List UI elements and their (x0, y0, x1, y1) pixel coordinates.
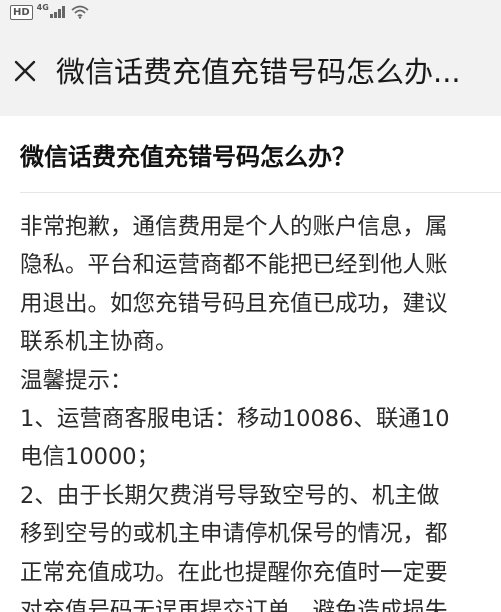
article-line: 隐私。平台和运营商都不能把已经到他人账 (20, 252, 448, 279)
wifi-icon (71, 5, 89, 19)
status-bar: HD 4G (0, 0, 501, 24)
article-line: 移到空号的或机主申请停机保号的情况，都 (20, 521, 448, 548)
article-line: 联系机主协商。 (20, 329, 178, 356)
article-body: 非常抱歉，通信费用是个人的账户信息，属 隐私。平台和运营商都不能把已经到他人账 … (20, 208, 501, 612)
article-line: 正常充值成功。在此也提醒你充值时一定要 (20, 559, 448, 586)
title-divider (20, 192, 501, 193)
article-line: 电信10000； (20, 444, 160, 471)
hd-badge: HD (10, 4, 33, 20)
article-line: 非常抱歉，通信费用是个人的账户信息，属 (20, 214, 448, 240)
navigation-bar: 微信话费充值充错号码怎么办... (0, 24, 501, 116)
article-line: 1、运营商客服电话：移动10086、联通10 (20, 405, 450, 432)
signal-icon (49, 6, 65, 18)
article-line: 2、由于长期欠费消号导致空号的、机主做 (20, 482, 440, 509)
tips-heading: 温馨提示： (20, 367, 133, 394)
close-icon[interactable] (8, 54, 42, 88)
article-line: 对充值号码无误再提交订单，避免造成损失 (20, 597, 448, 612)
article-line: 用退出。如您充错号码且充值已成功，建议 (20, 290, 448, 317)
page-title: 微信话费充值充错号码怎么办... (56, 55, 461, 89)
article-title: 微信话费充值充错号码怎么办？ (20, 143, 356, 171)
article-content: 微信话费充值充错号码怎么办？ 非常抱歉，通信费用是个人的账户信息，属 隐私。平台… (0, 116, 501, 612)
network-type-label: 4G (36, 3, 49, 12)
